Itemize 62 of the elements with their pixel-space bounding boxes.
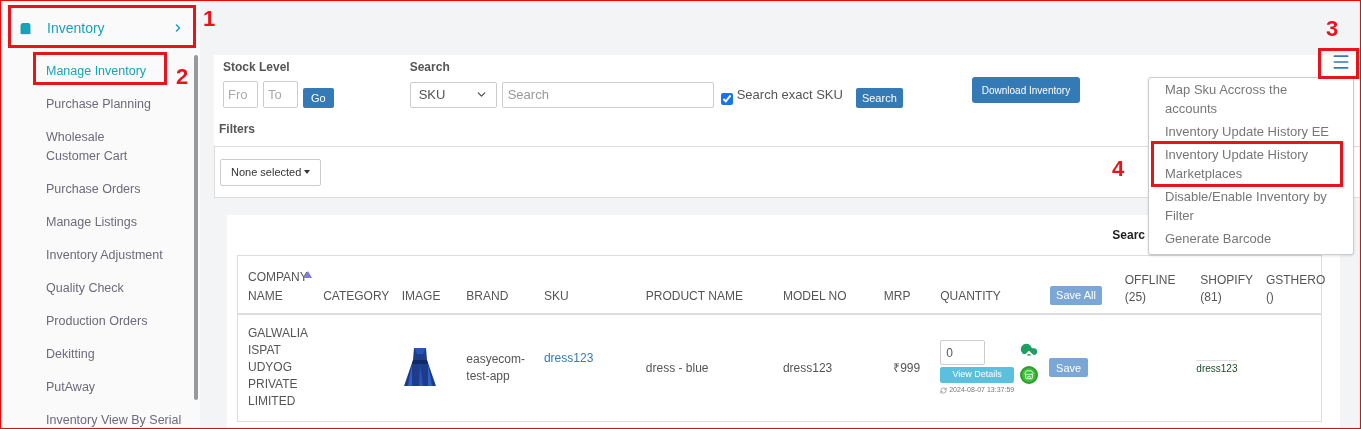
sidebar-item[interactable]: Wholesale Customer Cart xyxy=(46,128,156,166)
annotation-number: 4 xyxy=(1112,155,1125,183)
menu-item[interactable]: Map Sku Accross the accounts xyxy=(1165,80,1337,118)
menu-icon[interactable] xyxy=(1331,52,1351,72)
sidebar-item[interactable]: Manage Inventory xyxy=(46,62,147,81)
annotation-box xyxy=(1318,48,1359,79)
caret-icon xyxy=(304,170,311,174)
sidebar-item[interactable]: PutAway xyxy=(46,378,96,397)
store-icon[interactable] xyxy=(1020,366,1039,384)
menu-item[interactable]: Inventory Update History EE xyxy=(1165,122,1337,141)
column-header: SHOPIFY (81) xyxy=(1200,272,1253,304)
filters-label: Filters xyxy=(219,121,255,138)
column-header: GSTHERO () xyxy=(1265,272,1326,304)
column-header: PRODUCT NAME xyxy=(645,287,744,305)
refresh-icon xyxy=(940,386,948,394)
stock-level-label: Stock Level xyxy=(223,59,291,76)
menu-item[interactable]: Disable/Enable Inventory by Filter xyxy=(1165,187,1337,225)
search-button[interactable]: Search xyxy=(855,88,903,108)
column-header: IMAGE xyxy=(401,287,442,305)
quantity-field[interactable]: 0 xyxy=(940,340,986,365)
scrollbar[interactable] xyxy=(194,55,198,400)
sidebar-section[interactable]: Inventory xyxy=(0,3,200,53)
column-header[interactable]: COMPANY NAME xyxy=(248,267,314,306)
menu-item[interactable]: Generate Barcode xyxy=(1165,229,1337,248)
exact-sku-checkbox[interactable] xyxy=(720,92,733,105)
sidebar-item[interactable]: Production Orders xyxy=(46,312,148,331)
menu-item[interactable]: Inventory Update History Marketplaces xyxy=(1165,145,1337,183)
column-header: SKU xyxy=(543,287,570,305)
table-cell: dress123 xyxy=(1196,359,1238,374)
column-header: MODEL NO xyxy=(782,287,848,305)
sidebar-item[interactable]: Inventory Adjustment xyxy=(46,246,163,265)
search-label: Search xyxy=(409,59,451,76)
sidebar-item[interactable]: Purchase Orders xyxy=(46,180,141,199)
section-label: Inventory xyxy=(47,18,106,38)
column-header: BRAND xyxy=(466,287,510,305)
column-header: MRP xyxy=(883,287,912,305)
column-header: CATEGORY xyxy=(323,287,391,305)
field-type-select[interactable]: SKU xyxy=(409,81,497,108)
table-cell: dress123 xyxy=(782,360,833,375)
table-cell-text: easyecom-test-app xyxy=(466,350,526,385)
column-header: OFFLINE (25) xyxy=(1124,272,1176,304)
from-field[interactable]: Fro xyxy=(223,81,258,108)
column-header: QUANTITY xyxy=(940,287,1002,305)
sku-link[interactable]: dress123 xyxy=(543,350,594,365)
annotation-number: 3 xyxy=(1326,15,1339,43)
filter-dropdown[interactable]: None selected xyxy=(220,158,322,186)
sidebar-item[interactable]: Quality Check xyxy=(46,279,124,298)
table-search-label: Searc xyxy=(1112,227,1145,244)
to-field[interactable]: To xyxy=(263,81,298,108)
annotation-number: 1 xyxy=(203,5,216,33)
search-field[interactable]: Search xyxy=(501,81,714,108)
download-inventory-button[interactable]: Download Inventory xyxy=(971,77,1081,103)
sidebar-item[interactable]: Manage Listings xyxy=(46,213,138,232)
exact-sku-label: Search exact SKU xyxy=(736,85,843,104)
table-cell: ₹999 xyxy=(893,360,921,375)
sidebar-item[interactable]: Dekitting xyxy=(46,345,95,364)
sidebar-item[interactable]: Purchase Planning xyxy=(46,95,151,114)
annotation-number: 2 xyxy=(176,63,189,91)
go-button[interactable]: Go xyxy=(303,88,334,108)
table-cell: dress - blue xyxy=(645,360,709,375)
table-cell-text: GALWALIA ISPAT UDYOG PRIVATE LIMITED xyxy=(248,325,309,411)
sidebar-item[interactable]: Inventory View By Serial xyxy=(46,411,182,429)
